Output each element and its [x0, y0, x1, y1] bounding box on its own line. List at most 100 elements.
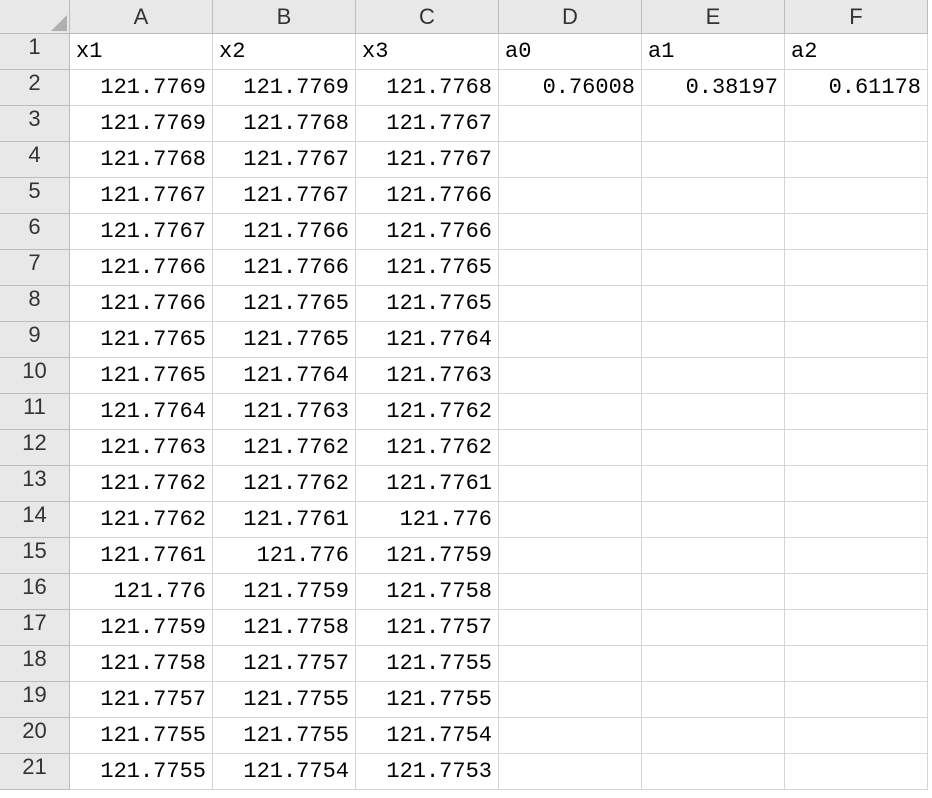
row-header-15[interactable]: 15 — [0, 538, 70, 574]
cell-E13[interactable] — [642, 466, 785, 502]
cell-F7[interactable] — [785, 250, 928, 286]
cell-E5[interactable] — [642, 178, 785, 214]
cell-B18[interactable]: 121.7757 — [213, 646, 356, 682]
cell-F8[interactable] — [785, 286, 928, 322]
cell-E15[interactable] — [642, 538, 785, 574]
cell-F19[interactable] — [785, 682, 928, 718]
cell-B5[interactable]: 121.7767 — [213, 178, 356, 214]
row-header-17[interactable]: 17 — [0, 610, 70, 646]
cell-E11[interactable] — [642, 394, 785, 430]
cell-B8[interactable]: 121.7765 — [213, 286, 356, 322]
column-header-d[interactable]: D — [499, 0, 642, 34]
cell-C17[interactable]: 121.7757 — [356, 610, 499, 646]
column-header-c[interactable]: C — [356, 0, 499, 34]
cell-F10[interactable] — [785, 358, 928, 394]
cell-F18[interactable] — [785, 646, 928, 682]
cell-A14[interactable]: 121.7762 — [70, 502, 213, 538]
cell-B1[interactable]: x2 — [213, 34, 356, 70]
cell-B4[interactable]: 121.7767 — [213, 142, 356, 178]
cell-C12[interactable]: 121.7762 — [356, 430, 499, 466]
cell-F11[interactable] — [785, 394, 928, 430]
cell-D14[interactable] — [499, 502, 642, 538]
cell-A2[interactable]: 121.7769 — [70, 70, 213, 106]
cell-C4[interactable]: 121.7767 — [356, 142, 499, 178]
cell-E1[interactable]: a1 — [642, 34, 785, 70]
cell-C9[interactable]: 121.7764 — [356, 322, 499, 358]
cell-C21[interactable]: 121.7753 — [356, 754, 499, 790]
cell-A21[interactable]: 121.7755 — [70, 754, 213, 790]
cell-F21[interactable] — [785, 754, 928, 790]
cell-E6[interactable] — [642, 214, 785, 250]
cell-A1[interactable]: x1 — [70, 34, 213, 70]
cell-A20[interactable]: 121.7755 — [70, 718, 213, 754]
cell-B17[interactable]: 121.7758 — [213, 610, 356, 646]
cell-A19[interactable]: 121.7757 — [70, 682, 213, 718]
cell-C15[interactable]: 121.7759 — [356, 538, 499, 574]
cell-E9[interactable] — [642, 322, 785, 358]
cell-B13[interactable]: 121.7762 — [213, 466, 356, 502]
cell-E10[interactable] — [642, 358, 785, 394]
select-all-corner[interactable] — [0, 0, 70, 34]
cell-D5[interactable] — [499, 178, 642, 214]
cell-F15[interactable] — [785, 538, 928, 574]
cell-C11[interactable]: 121.7762 — [356, 394, 499, 430]
cell-C13[interactable]: 121.7761 — [356, 466, 499, 502]
row-header-3[interactable]: 3 — [0, 106, 70, 142]
cell-D11[interactable] — [499, 394, 642, 430]
cell-A13[interactable]: 121.7762 — [70, 466, 213, 502]
cell-E7[interactable] — [642, 250, 785, 286]
cell-B16[interactable]: 121.7759 — [213, 574, 356, 610]
cell-C14[interactable]: 121.776 — [356, 502, 499, 538]
cell-E12[interactable] — [642, 430, 785, 466]
cell-B11[interactable]: 121.7763 — [213, 394, 356, 430]
row-header-1[interactable]: 1 — [0, 34, 70, 70]
cell-E18[interactable] — [642, 646, 785, 682]
cell-A5[interactable]: 121.7767 — [70, 178, 213, 214]
cell-A10[interactable]: 121.7765 — [70, 358, 213, 394]
cell-D16[interactable] — [499, 574, 642, 610]
cell-D13[interactable] — [499, 466, 642, 502]
cell-B9[interactable]: 121.7765 — [213, 322, 356, 358]
cell-F12[interactable] — [785, 430, 928, 466]
cell-D3[interactable] — [499, 106, 642, 142]
cell-C5[interactable]: 121.7766 — [356, 178, 499, 214]
row-header-5[interactable]: 5 — [0, 178, 70, 214]
cell-C18[interactable]: 121.7755 — [356, 646, 499, 682]
cell-C10[interactable]: 121.7763 — [356, 358, 499, 394]
cell-D4[interactable] — [499, 142, 642, 178]
row-header-21[interactable]: 21 — [0, 754, 70, 790]
cell-A17[interactable]: 121.7759 — [70, 610, 213, 646]
row-header-11[interactable]: 11 — [0, 394, 70, 430]
cell-C19[interactable]: 121.7755 — [356, 682, 499, 718]
cell-A11[interactable]: 121.7764 — [70, 394, 213, 430]
cell-B14[interactable]: 121.7761 — [213, 502, 356, 538]
cell-D7[interactable] — [499, 250, 642, 286]
cell-C8[interactable]: 121.7765 — [356, 286, 499, 322]
cell-F13[interactable] — [785, 466, 928, 502]
cell-A3[interactable]: 121.7769 — [70, 106, 213, 142]
cell-B2[interactable]: 121.7769 — [213, 70, 356, 106]
cell-D17[interactable] — [499, 610, 642, 646]
cell-E8[interactable] — [642, 286, 785, 322]
cell-D6[interactable] — [499, 214, 642, 250]
row-header-2[interactable]: 2 — [0, 70, 70, 106]
cell-B21[interactable]: 121.7754 — [213, 754, 356, 790]
cell-E2[interactable]: 0.38197 — [642, 70, 785, 106]
cell-D1[interactable]: a0 — [499, 34, 642, 70]
cell-B15[interactable]: 121.776 — [213, 538, 356, 574]
cell-A7[interactable]: 121.7766 — [70, 250, 213, 286]
cell-C16[interactable]: 121.7758 — [356, 574, 499, 610]
row-header-20[interactable]: 20 — [0, 718, 70, 754]
cell-E14[interactable] — [642, 502, 785, 538]
cell-F1[interactable]: a2 — [785, 34, 928, 70]
cell-D12[interactable] — [499, 430, 642, 466]
row-header-6[interactable]: 6 — [0, 214, 70, 250]
cell-D15[interactable] — [499, 538, 642, 574]
cell-E16[interactable] — [642, 574, 785, 610]
cell-D19[interactable] — [499, 682, 642, 718]
cell-E4[interactable] — [642, 142, 785, 178]
cell-F6[interactable] — [785, 214, 928, 250]
column-header-b[interactable]: B — [213, 0, 356, 34]
row-header-4[interactable]: 4 — [0, 142, 70, 178]
cell-E20[interactable] — [642, 718, 785, 754]
